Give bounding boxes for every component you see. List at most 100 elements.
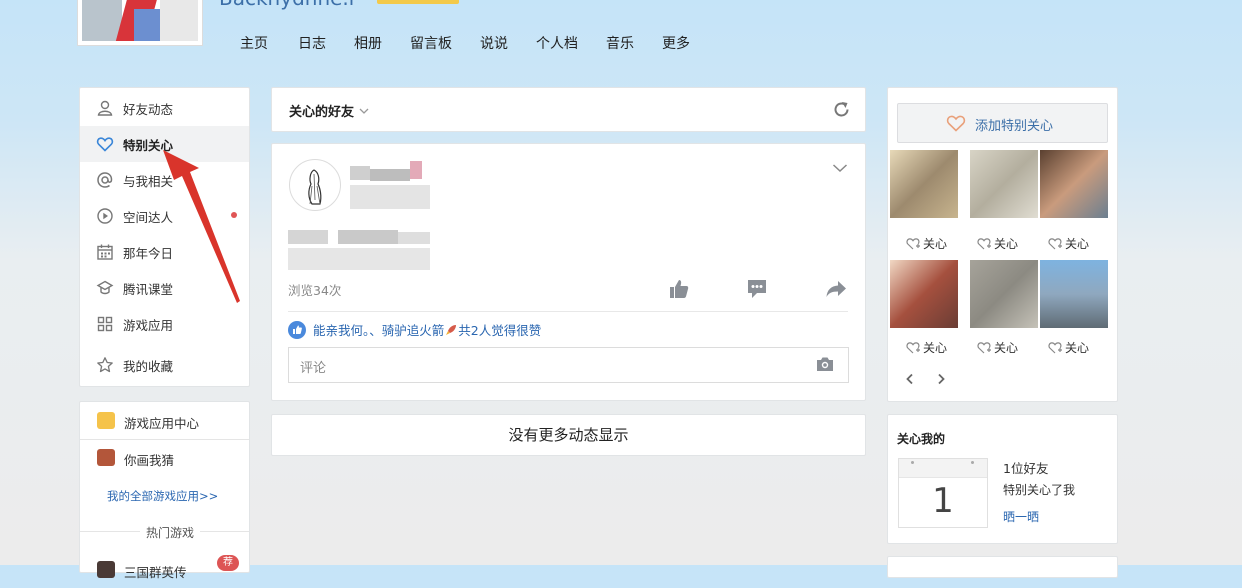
nav-blog[interactable]: 日志	[298, 33, 326, 53]
care-label: 关心	[994, 341, 1019, 355]
game-center-link[interactable]: 游戏应用中心	[80, 403, 249, 439]
likes-summary-link[interactable]: 共2人觉得很赞	[458, 320, 541, 339]
post-author-name-blurred[interactable]	[350, 161, 430, 209]
menu-label: 好友动态	[123, 101, 174, 117]
chevron-left-icon[interactable]	[905, 373, 915, 385]
heart-plus-icon	[977, 238, 991, 250]
menu-game-apps[interactable]: 游戏应用	[80, 306, 249, 342]
games-panel: 游戏应用中心 你画我猜 我的全部游戏应用>> 热门游戏 三国群英传 荐	[79, 401, 250, 580]
all-games-link[interactable]: 我的全部游戏应用>>	[107, 488, 218, 504]
cares-me-line1: 1位好友	[1003, 461, 1049, 476]
friend-photo[interactable]	[890, 260, 958, 328]
camera-icon[interactable]	[816, 356, 834, 372]
divider	[288, 311, 848, 312]
feed-filter-dropdown[interactable]: 关心的好友	[289, 101, 369, 120]
heart-plus-icon	[977, 342, 991, 354]
nav-music[interactable]: 音乐	[606, 33, 634, 53]
add-special-care-button[interactable]: 添加特别关心	[897, 103, 1108, 143]
calendar-card-top	[899, 459, 987, 478]
add-special-care-label: 添加特别关心	[975, 119, 1054, 134]
share-icon[interactable]	[825, 278, 847, 300]
chevron-down-icon	[359, 108, 369, 114]
annotation-arrow	[163, 150, 240, 303]
game-icon	[97, 449, 115, 466]
profile-avatar[interactable]	[77, 0, 203, 46]
view-count: 浏览34次	[288, 283, 342, 298]
menu-label: 我的收藏	[123, 358, 174, 374]
top-nav: 主页 日志 相册 留言板 说说 个人档 音乐 更多	[240, 33, 718, 53]
feed-post-card: 浏览34次 能亲我何。、骑驴追火箭 共2人觉得很赞 评论	[271, 143, 866, 401]
like-circle-icon	[288, 320, 306, 339]
care-toggle[interactable]: 关心	[977, 339, 1018, 356]
game-center-label: 游戏应用中心	[124, 416, 200, 431]
no-more-feeds: 没有更多动态显示	[271, 414, 866, 456]
heart-plus-icon	[906, 342, 920, 354]
hot-games-title: 热门游戏	[140, 524, 201, 541]
game-label: 你画我猜	[124, 453, 175, 468]
care-toggle[interactable]: 关心	[1048, 235, 1089, 252]
care-toggle[interactable]: 关心	[977, 235, 1018, 252]
heart-plus-icon	[1048, 342, 1062, 354]
care-toggle[interactable]: 关心	[1048, 339, 1089, 356]
post-author-avatar[interactable]	[289, 159, 341, 211]
heart-icon	[946, 115, 966, 132]
friend-photo[interactable]	[890, 150, 958, 218]
menu-friend-feed[interactable]: 好友动态	[80, 90, 249, 126]
nav-more[interactable]: 更多	[662, 33, 690, 53]
heart-icon	[96, 137, 114, 152]
sketch-figure-icon	[308, 169, 322, 205]
friend-photo[interactable]	[970, 260, 1038, 328]
feed-header: 关心的好友	[271, 87, 866, 132]
hot-game-item[interactable]: 三国群英传 荐	[80, 552, 249, 588]
comment-input[interactable]: 评论	[288, 347, 849, 383]
care-label: 关心	[923, 237, 948, 251]
refresh-icon[interactable]	[832, 100, 851, 119]
right-panel-extra	[887, 556, 1118, 578]
chevron-right-icon[interactable]	[936, 373, 946, 385]
heart-plus-icon	[906, 238, 920, 250]
nav-home[interactable]: 主页	[240, 33, 268, 53]
nav-album[interactable]: 相册	[354, 33, 382, 53]
at-icon	[97, 172, 113, 188]
game-icon	[97, 561, 115, 578]
post-content-blurred	[288, 228, 430, 272]
cares-me-line2: 特别关心了我	[1003, 483, 1076, 497]
recommend-badge: 荐	[217, 555, 239, 571]
chevron-down-icon[interactable]	[832, 163, 848, 173]
person-icon	[97, 100, 113, 116]
menu-favorites[interactable]: 我的收藏	[80, 347, 249, 383]
comment-placeholder: 评论	[300, 361, 327, 376]
likes-row: 能亲我何。、骑驴追火箭 共2人觉得很赞	[288, 320, 541, 339]
cares-me-panel: 关心我的 1 1位好友 特别关心了我 晒一晒	[887, 414, 1118, 544]
nav-profile[interactable]: 个人档	[536, 33, 578, 53]
no-more-text: 没有更多动态显示	[508, 426, 629, 444]
cares-me-title: 关心我的	[897, 432, 946, 446]
friend-photo[interactable]	[970, 150, 1038, 218]
care-toggle[interactable]: 关心	[906, 235, 947, 252]
calendar-card: 1	[898, 458, 988, 528]
friend-photo[interactable]	[1040, 260, 1108, 328]
thumbs-up-icon[interactable]	[668, 278, 690, 300]
comment-icon[interactable]	[746, 278, 768, 300]
likers-link[interactable]: 能亲我何。、骑驴追火箭	[313, 320, 444, 339]
calendar-icon	[97, 244, 113, 260]
nav-guestbook[interactable]: 留言板	[410, 33, 452, 53]
username[interactable]: Backhydhne.r	[219, 0, 357, 10]
share-link[interactable]: 晒一晒	[1003, 508, 1039, 525]
rocket-emoji-icon	[446, 324, 457, 335]
play-circle-icon	[97, 208, 113, 224]
care-label: 关心	[1065, 237, 1090, 251]
heart-plus-icon	[1048, 238, 1062, 250]
game-item[interactable]: 你画我猜	[80, 440, 249, 476]
care-toggle[interactable]: 关心	[906, 339, 947, 356]
apps-grid-icon	[97, 316, 113, 332]
star-icon	[97, 357, 113, 373]
nav-shuoshuo[interactable]: 说说	[480, 33, 508, 53]
friend-photo[interactable]	[1040, 150, 1108, 218]
special-care-panel: 添加特别关心 关心 关心 关心 关心 关心 关心	[887, 87, 1118, 402]
care-label: 关心	[1065, 341, 1090, 355]
cares-me-count: 1	[932, 481, 954, 521]
game-center-icon	[97, 412, 115, 429]
care-label: 关心	[923, 341, 948, 355]
care-label: 关心	[994, 237, 1019, 251]
